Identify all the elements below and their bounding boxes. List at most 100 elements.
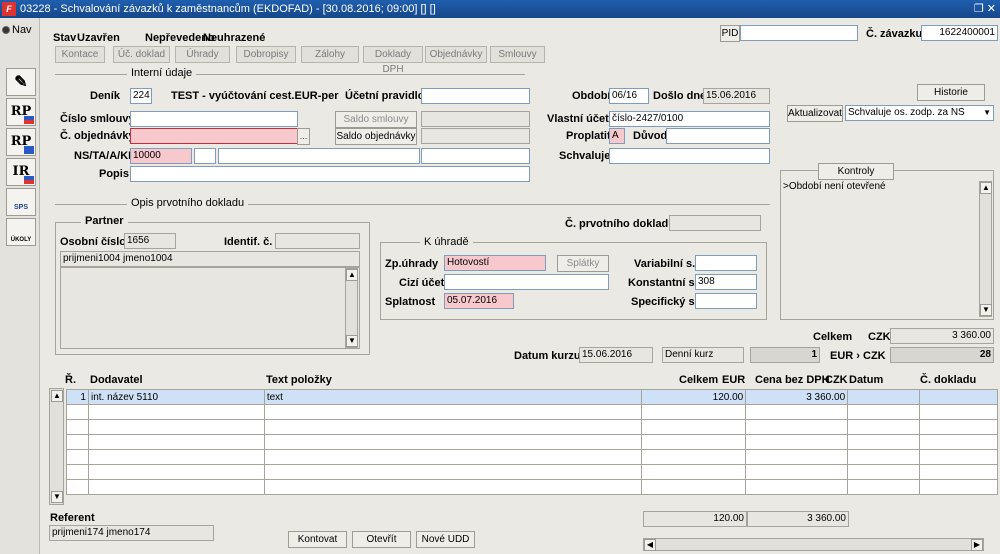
tab-dobropisy[interactable]: Dobropisy bbox=[236, 46, 296, 63]
tab-uhrady[interactable]: Úhrady bbox=[175, 46, 230, 63]
popis-label: Popis bbox=[99, 168, 129, 180]
kontovat-button[interactable]: Kontovat bbox=[288, 531, 347, 548]
row-cena[interactable]: 3 360.00 bbox=[745, 389, 849, 405]
horizontal-scrollbar[interactable]: ◀ ▶ bbox=[643, 538, 984, 551]
ucetni-pravidlo-field[interactable] bbox=[421, 88, 530, 104]
tab-kontace[interactable]: Kontace bbox=[55, 46, 105, 63]
konstantni-field[interactable]: 308 bbox=[695, 274, 757, 290]
col-cena-cur-header: CZK bbox=[825, 374, 848, 386]
kontroly-button[interactable]: Kontroly bbox=[818, 163, 894, 180]
ns-field[interactable]: 10000 bbox=[130, 148, 192, 164]
row-doklad[interactable] bbox=[919, 389, 998, 405]
scroll-up-icon[interactable]: ▲ bbox=[980, 182, 992, 194]
col-celkem-cur-header: EUR bbox=[722, 374, 746, 386]
saldo-objednavky-button[interactable]: Saldo objednávky bbox=[335, 128, 417, 145]
items-scrollbar[interactable]: ▲ ▼ bbox=[49, 388, 64, 505]
popis-field[interactable] bbox=[130, 166, 530, 182]
eur-czk-label: EUR › CZK bbox=[830, 350, 886, 362]
zp-uhrady-field[interactable]: Hotovostí bbox=[444, 255, 546, 271]
app-icon: F bbox=[2, 2, 16, 16]
table-row[interactable] bbox=[66, 404, 998, 420]
status-uhrazene: Neuhrazené bbox=[203, 32, 266, 44]
close-icon[interactable]: ✕ bbox=[987, 3, 996, 15]
scroll-up-icon[interactable]: ▲ bbox=[51, 390, 63, 402]
obdobi-field[interactable]: 06/16 bbox=[609, 88, 649, 104]
scroll-down-icon[interactable]: ▼ bbox=[980, 304, 992, 316]
tab-uc-doklad[interactable]: Úč. doklad bbox=[113, 46, 170, 63]
table-row[interactable] bbox=[66, 419, 998, 435]
row-datum[interactable] bbox=[847, 389, 921, 405]
kp-field[interactable] bbox=[421, 148, 530, 164]
table-row[interactable]: 1 int. název 5110 text 120.00 3 360.00 bbox=[66, 389, 998, 405]
saldo-smlouvy-field bbox=[421, 111, 530, 127]
zavazek-field[interactable]: 1622400001 bbox=[921, 25, 998, 41]
pid-button[interactable]: PID bbox=[720, 25, 740, 42]
kontroly-scrollbar[interactable]: ▲ ▼ bbox=[979, 181, 992, 317]
otevrit-button[interactable]: Otevřít bbox=[352, 531, 411, 548]
partner-title: Partner bbox=[81, 215, 128, 227]
a-field[interactable] bbox=[218, 148, 420, 164]
row-text[interactable]: text bbox=[263, 389, 643, 405]
tool-sps-button[interactable]: SPS bbox=[6, 188, 36, 216]
scroll-up-icon[interactable]: ▲ bbox=[346, 269, 358, 281]
konstantni-label: Konstantní s. bbox=[628, 277, 698, 289]
partner-scrollbar[interactable]: ▲ ▼ bbox=[345, 268, 358, 348]
section-divider bbox=[55, 74, 525, 75]
scroll-left-icon[interactable]: ◀ bbox=[644, 539, 656, 551]
partner-address-field bbox=[60, 267, 360, 349]
variabilni-label: Variabilní s. bbox=[634, 258, 696, 270]
scroll-down-icon[interactable]: ▼ bbox=[346, 335, 358, 347]
aktualizovat-button[interactable]: Aktualizovat bbox=[787, 105, 843, 122]
denik-field[interactable]: 224 bbox=[130, 88, 152, 104]
col-datum-header: Datum bbox=[849, 374, 884, 386]
tool-ir-button[interactable]: IR bbox=[6, 158, 36, 186]
restore-icon[interactable]: ❐ bbox=[974, 3, 984, 15]
tab-objednavky[interactable]: Objednávky bbox=[425, 46, 487, 63]
table-row[interactable] bbox=[66, 464, 998, 480]
splatnost-field[interactable]: 05.07.2016 bbox=[444, 293, 514, 309]
table-row[interactable] bbox=[66, 479, 998, 495]
schvaluje-field[interactable] bbox=[609, 148, 770, 164]
datum-kurzu-label: Datum kurzu bbox=[514, 350, 581, 362]
objednavky-label: Č. objednávky bbox=[60, 130, 135, 142]
tool-ukoly-label: ÚKOLY bbox=[10, 237, 32, 243]
scroll-down-icon[interactable]: ▼ bbox=[51, 491, 63, 503]
objednavky-field[interactable] bbox=[130, 128, 298, 144]
tab-doklady-dph[interactable]: Doklady DPH bbox=[363, 46, 423, 75]
tool-rp2-button[interactable]: RP bbox=[6, 128, 36, 156]
scroll-right-icon[interactable]: ▶ bbox=[971, 539, 983, 551]
flag-icon bbox=[24, 116, 34, 124]
splatky-button[interactable]: Splátky bbox=[557, 255, 609, 272]
tool-rp-button[interactable]: RP bbox=[6, 98, 36, 126]
variabilni-field[interactable] bbox=[695, 255, 757, 271]
pid-field[interactable] bbox=[740, 25, 858, 41]
row-celkem[interactable]: 120.00 bbox=[641, 389, 747, 405]
tool-eraser-button[interactable]: ✎ bbox=[6, 68, 36, 96]
cislo-smlouvy-field[interactable] bbox=[130, 111, 298, 127]
vlastni-ucet-label: Vlastní účet bbox=[547, 113, 609, 125]
nove-udd-button[interactable]: Nové UDD bbox=[416, 531, 475, 548]
lookup-ellipsis-button[interactable]: … bbox=[297, 128, 310, 145]
saldo-smlouvy-button[interactable]: Saldo smlouvy bbox=[335, 111, 417, 128]
osobni-cislo-label: Osobní číslo bbox=[60, 236, 127, 248]
doslo-field: 15.06.2016 bbox=[703, 88, 770, 104]
table-row[interactable] bbox=[66, 434, 998, 450]
tab-smlouvy[interactable]: Smlouvy bbox=[490, 46, 545, 63]
table-row[interactable] bbox=[66, 449, 998, 465]
identif-label: Identif. č. bbox=[224, 236, 273, 248]
historie-button[interactable]: Historie bbox=[917, 84, 985, 101]
row-dodavatel[interactable]: int. název 5110 bbox=[87, 389, 265, 405]
tab-zalohy[interactable]: Zálohy bbox=[301, 46, 359, 63]
flag-icon bbox=[24, 176, 34, 184]
nav-radio[interactable]: Nav bbox=[2, 24, 32, 36]
schvaluje-select-value: Schvaluje os. zodp. za NS bbox=[848, 107, 965, 118]
cizi-ucet-field[interactable] bbox=[444, 274, 609, 290]
window-controls[interactable]: ❐ ✕ bbox=[974, 0, 996, 18]
ta-field[interactable] bbox=[194, 148, 216, 164]
schvaluje-select[interactable]: Schvaluje os. zodp. za NS ▼ bbox=[845, 105, 994, 121]
proplatit-field[interactable]: A bbox=[609, 128, 625, 144]
tool-ukoly-button[interactable]: ÚKOLY bbox=[6, 218, 36, 246]
vlastni-ucet-field[interactable]: číslo-2427/0100 bbox=[609, 111, 770, 127]
duvod-field[interactable] bbox=[666, 128, 770, 144]
specificky-field[interactable] bbox=[695, 293, 757, 309]
